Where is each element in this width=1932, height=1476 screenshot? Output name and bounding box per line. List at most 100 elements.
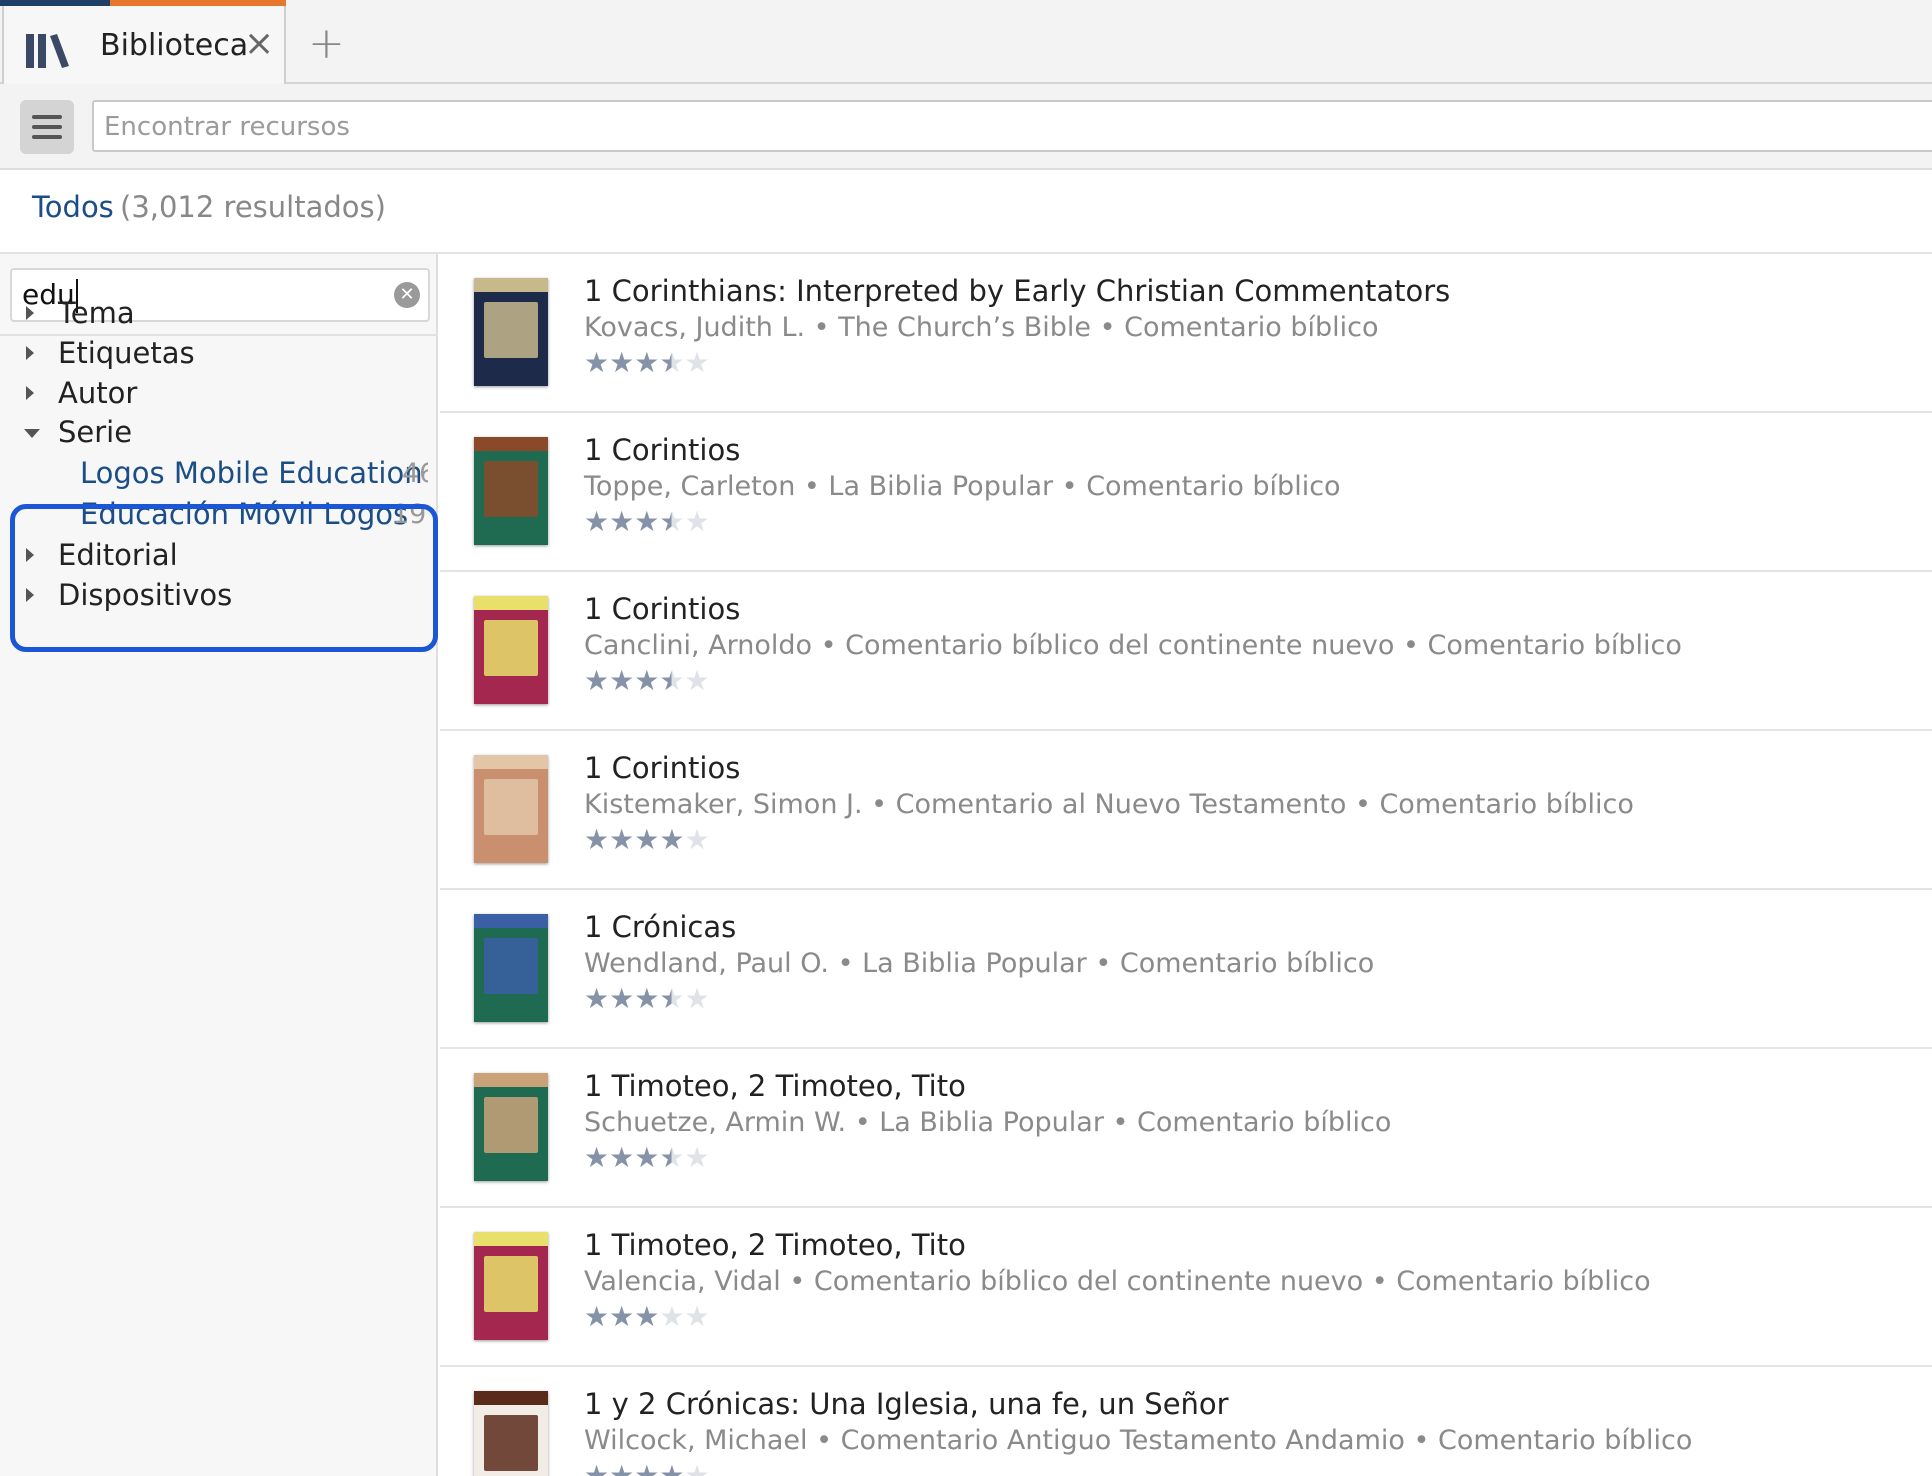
book-row[interactable]: 1 Corintios Canclini, Arnoldo • Comentari… bbox=[440, 572, 1932, 731]
rating-stars: ★★★★★ bbox=[584, 1459, 710, 1476]
book-row[interactable]: 1 y 2 Crónicas: Una Iglesia, una fe, un … bbox=[440, 1367, 1932, 1476]
tab-bar: Biblioteca × + bbox=[0, 0, 1932, 84]
book-cover-image bbox=[474, 755, 548, 863]
star-icon: ★ bbox=[659, 505, 685, 538]
star-icon: ★ bbox=[584, 346, 610, 379]
book-title[interactable]: 1 Corinthians: Interpreted by Early Chri… bbox=[584, 274, 1450, 308]
cover-band bbox=[474, 437, 548, 451]
star-icon: ★ bbox=[634, 982, 660, 1015]
star-icon: ★ bbox=[634, 346, 660, 379]
cover-band bbox=[474, 914, 548, 928]
facet-autor[interactable]: Autor bbox=[0, 376, 438, 416]
library-icon bbox=[26, 34, 69, 68]
hamburger-menu-button[interactable] bbox=[20, 100, 74, 154]
cover-art bbox=[484, 461, 538, 517]
star-icon: ★ bbox=[584, 1141, 610, 1174]
facet-label: Autor bbox=[58, 376, 138, 410]
book-cover-image bbox=[474, 1391, 548, 1476]
cover-band bbox=[474, 278, 548, 292]
menu-line-icon bbox=[32, 115, 62, 119]
book-title[interactable]: 1 y 2 Crónicas: Una Iglesia, una fe, un … bbox=[584, 1387, 1229, 1421]
star-icon: ★ bbox=[634, 505, 660, 538]
star-icon: ★ bbox=[659, 1300, 685, 1333]
book-cover-image bbox=[474, 914, 548, 1022]
book-row[interactable]: 1 Crónicas Wendland, Paul O. • La Biblia … bbox=[440, 890, 1932, 1049]
cover-art bbox=[484, 302, 538, 358]
expand-arrow-icon[interactable] bbox=[26, 386, 34, 400]
cover-art bbox=[484, 620, 538, 676]
star-icon: ★ bbox=[684, 1141, 710, 1174]
tab-title: Biblioteca bbox=[100, 28, 249, 63]
serie-count: 46 bbox=[402, 458, 428, 489]
book-title[interactable]: 1 Corintios bbox=[584, 751, 740, 785]
expand-arrow-icon[interactable] bbox=[26, 306, 34, 320]
star-icon: ★ bbox=[609, 982, 635, 1015]
star-icon: ★ bbox=[609, 505, 635, 538]
star-icon: ★ bbox=[609, 1300, 635, 1333]
serie-logos-mobile-education[interactable]: Logos Mobile Education bbox=[80, 456, 423, 490]
book-title[interactable]: 1 Timoteo, 2 Timoteo, Tito bbox=[584, 1069, 966, 1103]
cover-band bbox=[474, 1073, 548, 1087]
book-row[interactable]: 1 Timoteo, 2 Timoteo, Tito Schuetze, Armi… bbox=[440, 1049, 1932, 1208]
book-cover-image bbox=[474, 437, 548, 545]
close-tab-icon[interactable]: × bbox=[244, 26, 274, 62]
rating-stars: ★★★★★ bbox=[584, 664, 710, 697]
expand-arrow-icon[interactable] bbox=[26, 346, 34, 360]
cover-art bbox=[484, 938, 538, 994]
book-cover-image bbox=[474, 1073, 548, 1181]
star-icon: ★ bbox=[609, 1459, 635, 1476]
book-row[interactable]: 1 Corintios Kistemaker, Simon J. • Coment… bbox=[440, 731, 1932, 890]
book-cover-image bbox=[474, 278, 548, 386]
rating-stars: ★★★★★ bbox=[584, 823, 710, 856]
star-icon: ★ bbox=[584, 1459, 610, 1476]
book-title[interactable]: 1 Corintios bbox=[584, 592, 740, 626]
star-icon: ★ bbox=[634, 1459, 660, 1476]
rating-stars: ★★★★★ bbox=[584, 1141, 710, 1174]
star-icon: ★ bbox=[609, 823, 635, 856]
star-icon: ★ bbox=[659, 982, 685, 1015]
book-title[interactable]: 1 Crónicas bbox=[584, 910, 736, 944]
book-meta: Schuetze, Armin W. • La Biblia Popular •… bbox=[584, 1107, 1392, 1138]
book-meta: Kovacs, Judith L. • The Church’s Bible •… bbox=[584, 312, 1379, 343]
book-meta: Valencia, Vidal • Comentario bíblico del… bbox=[584, 1266, 1651, 1297]
star-icon: ★ bbox=[684, 823, 710, 856]
star-icon: ★ bbox=[659, 346, 685, 379]
star-icon: ★ bbox=[684, 1459, 710, 1476]
search-placeholder: Encontrar recursos bbox=[104, 112, 350, 142]
rating-stars: ★★★★★ bbox=[584, 1300, 710, 1333]
book-row[interactable]: 1 Corinthians: Interpreted by Early Chri… bbox=[440, 254, 1932, 413]
star-icon: ★ bbox=[584, 982, 610, 1015]
book-row[interactable]: 1 Corintios Toppe, Carleton • La Biblia P… bbox=[440, 413, 1932, 572]
book-title[interactable]: 1 Corintios bbox=[584, 433, 740, 467]
resource-search-input[interactable]: Encontrar recursos bbox=[92, 100, 1932, 152]
star-icon: ★ bbox=[634, 1300, 660, 1333]
all-results-link[interactable]: Todos bbox=[32, 190, 114, 224]
star-icon: ★ bbox=[659, 664, 685, 697]
tab-biblioteca[interactable]: Biblioteca × bbox=[2, 6, 286, 84]
star-icon: ★ bbox=[684, 664, 710, 697]
cover-art bbox=[484, 1415, 538, 1471]
book-row[interactable]: 1 Timoteo, 2 Timoteo, Tito Valencia, Vida… bbox=[440, 1208, 1932, 1367]
collapse-arrow-icon[interactable] bbox=[24, 429, 40, 438]
book-title[interactable]: 1 Timoteo, 2 Timoteo, Tito bbox=[584, 1228, 966, 1262]
facet-serie[interactable]: Serie bbox=[0, 415, 438, 455]
results-header: Todos (3,012 resultados) bbox=[0, 170, 1932, 254]
star-icon: ★ bbox=[684, 346, 710, 379]
rating-stars: ★★★★★ bbox=[584, 982, 710, 1015]
facet-label: Etiquetas bbox=[58, 336, 195, 370]
star-icon: ★ bbox=[584, 823, 610, 856]
star-icon: ★ bbox=[609, 664, 635, 697]
star-icon: ★ bbox=[634, 664, 660, 697]
add-tab-icon[interactable]: + bbox=[308, 22, 345, 66]
book-cover-image bbox=[474, 1232, 548, 1340]
cover-band bbox=[474, 596, 548, 610]
star-icon: ★ bbox=[684, 1300, 710, 1333]
menu-line-icon bbox=[32, 135, 62, 139]
star-icon: ★ bbox=[609, 1141, 635, 1174]
facet-tema[interactable]: Tema bbox=[0, 296, 438, 336]
menu-line-icon bbox=[32, 125, 62, 129]
rating-stars: ★★★★★ bbox=[584, 505, 710, 538]
star-icon: ★ bbox=[634, 823, 660, 856]
book-cover-image bbox=[474, 596, 548, 704]
facet-etiquetas[interactable]: Etiquetas bbox=[0, 336, 438, 376]
